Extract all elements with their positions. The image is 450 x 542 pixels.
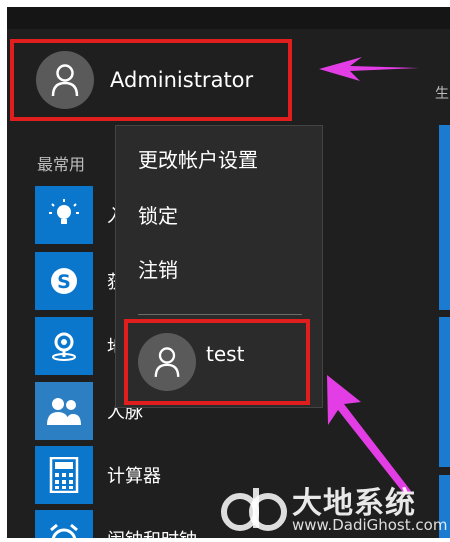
arrow-to-account-icon (319, 57, 419, 81)
watermark-url: www.DadiGhost.com (292, 516, 448, 534)
annotation-arrows (319, 57, 419, 495)
watermark-logo-icon (221, 488, 287, 531)
arrow-to-test-account-icon (327, 375, 411, 495)
start-menu-screen: Administrator 最常用 入 S 获 (7, 7, 450, 538)
watermark: 大地系统 www.DadiGhost.com (220, 478, 450, 538)
